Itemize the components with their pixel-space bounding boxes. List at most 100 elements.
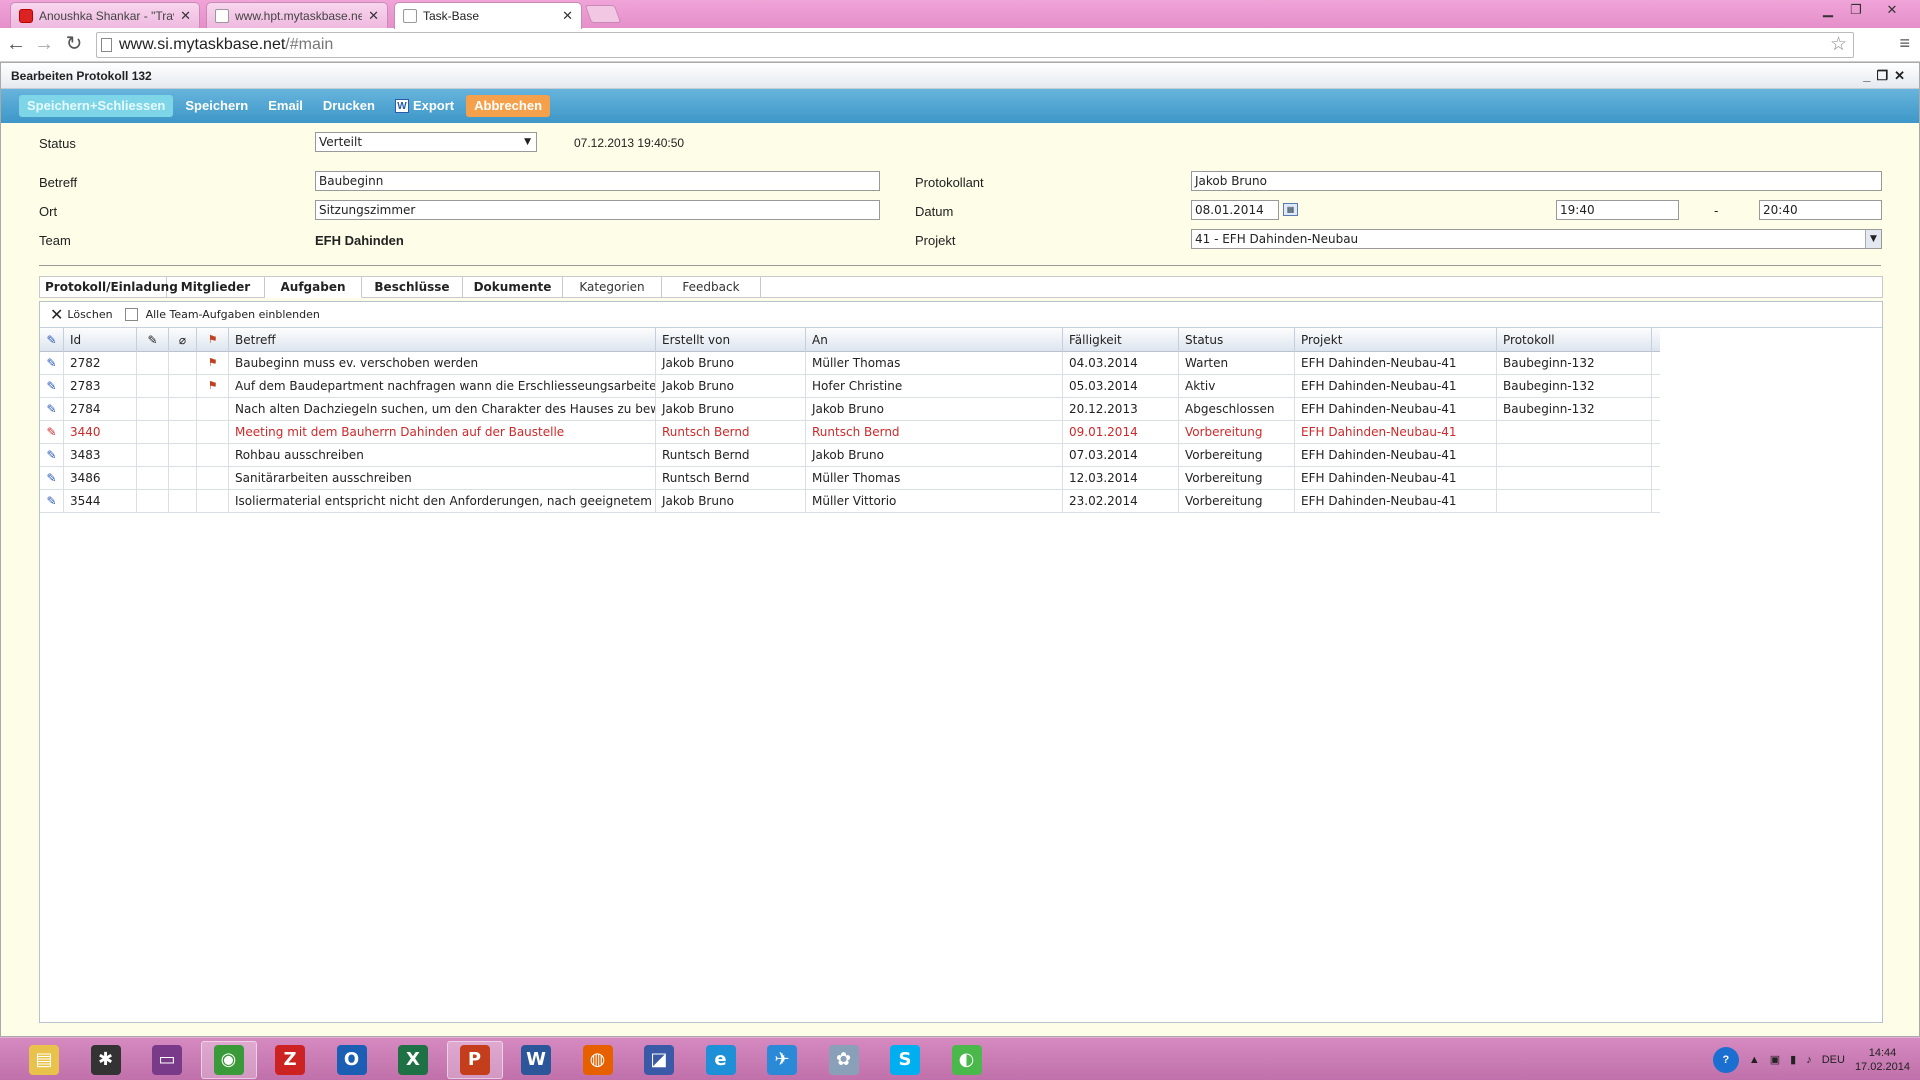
browser-menu-icon[interactable]: ≡ [1899, 33, 1910, 54]
cell-status: Aktiv [1179, 375, 1295, 397]
column-header-betreff[interactable]: Betreff [229, 328, 656, 352]
grid-body: ✎ 2782 ⚑ Baubeginn muss ev. verschoben werd… [40, 352, 1882, 513]
panel-minimize-icon[interactable]: _ [1863, 68, 1876, 83]
taskbar-app[interactable]: Z [262, 1041, 318, 1079]
taskbar-app[interactable]: ◉ [200, 1041, 257, 1079]
browser-tab-3[interactable]: Task-Base ✕ [394, 2, 582, 29]
taskbar-app[interactable]: O [324, 1041, 380, 1079]
time-to-input[interactable]: 20:40 [1759, 200, 1882, 220]
close-tab-icon[interactable]: ✕ [562, 8, 573, 24]
taskbar-app[interactable]: X [385, 1041, 441, 1079]
cell-an: Jakob Bruno [806, 398, 1063, 420]
calendar-icon[interactable]: ▦ [1283, 203, 1298, 216]
close-tab-icon[interactable]: ✕ [368, 8, 379, 24]
close-tab-icon[interactable]: ✕ [180, 8, 191, 24]
help-notification-icon[interactable]: ? [1712, 1046, 1739, 1073]
cell-protokoll [1497, 421, 1652, 443]
taskbar-app[interactable]: ▤ [16, 1041, 72, 1079]
tasks-grid: ✕ Löschen Alle Team-Aufgaben einblenden … [39, 301, 1883, 1023]
table-row[interactable]: ✎ 2783 ⚑ Auf dem Baudepartment nachfragen w… [40, 375, 1660, 398]
column-header-erstellt-von[interactable]: Erstellt von [656, 328, 806, 352]
panel-close-icon[interactable]: ✕ [1894, 68, 1911, 83]
time-from-input[interactable]: 19:40 [1556, 200, 1679, 220]
taskbar-app[interactable]: P [446, 1041, 503, 1079]
tab-mitglieder[interactable]: Mitglieder [167, 277, 265, 298]
edit-pencil-icon[interactable]: ✎ [40, 375, 64, 397]
network-signal-icon[interactable]: ▮ [1790, 1053, 1796, 1066]
show-all-checkbox[interactable] [124, 308, 138, 321]
clock[interactable]: 14:44 17.02.2014 [1855, 1046, 1910, 1074]
tab-protokoll-einladung[interactable]: Protokoll/Einladung [45, 277, 178, 298]
minimize-window-icon[interactable]: ▁ [1816, 2, 1840, 18]
edit-pencil-icon[interactable]: ✎ [40, 398, 64, 420]
taskbar-app[interactable]: ✈ [754, 1041, 810, 1079]
table-row[interactable]: ✎ 2784 Nach alten Dachziegeln suchen, um d… [40, 398, 1660, 421]
tab-dokumente[interactable]: Dokumente [463, 277, 563, 298]
taskbar-app[interactable]: S [877, 1041, 933, 1079]
column-header-faelligkeit[interactable]: Fälligkeit [1063, 328, 1179, 352]
app-green-icon: ◐ [951, 1045, 982, 1075]
edit-pencil-icon[interactable]: ✎ [40, 467, 64, 489]
status-select[interactable]: Verteilt ▼ [315, 132, 537, 152]
table-row[interactable]: ✎ 3483 Rohbau ausschreiben Runtsch Bernd Jak… [40, 444, 1660, 467]
column-header-projekt[interactable]: Projekt [1295, 328, 1497, 352]
back-arrow-icon[interactable]: ← [4, 33, 28, 55]
cell-id: 3544 [64, 490, 137, 512]
restore-window-icon[interactable]: ❐ [1844, 2, 1868, 18]
delete-button[interactable]: Löschen [67, 308, 112, 321]
edit-pencil-icon[interactable]: ✎ [40, 352, 64, 374]
save-close-button[interactable]: Speichern+Schliessen [19, 95, 174, 117]
column-header-id[interactable]: Id [64, 328, 137, 352]
table-row[interactable]: ✎ 2782 ⚑ Baubeginn muss ev. verschoben werd… [40, 352, 1660, 375]
delete-icon[interactable]: ✕ [50, 305, 63, 324]
ort-input[interactable]: Sitzungszimmer [315, 200, 880, 220]
projekt-select[interactable]: 41 - EFH Dahinden-Neubau ▼ [1191, 229, 1882, 249]
projekt-label: Projekt [915, 233, 956, 248]
save-button[interactable]: Speichern [177, 95, 256, 117]
taskbar-app[interactable]: ✿ [816, 1041, 872, 1079]
taskbar-app[interactable]: ▭ [139, 1041, 195, 1079]
taskbar-app[interactable]: W [508, 1041, 564, 1079]
email-button[interactable]: Email [260, 95, 311, 117]
export-button[interactable]: W Export [387, 95, 462, 117]
browser-tab-2[interactable]: www.hpt.mytaskbase.net/ ✕ [206, 2, 388, 28]
language-indicator[interactable]: DEU [1822, 1054, 1845, 1066]
edit-pencil-icon[interactable]: ✎ [40, 444, 64, 466]
tray-expand-icon[interactable]: ▲ [1749, 1054, 1760, 1066]
table-row[interactable]: ✎ 3440 Meeting mit dem Bauherrn Dahinden a… [40, 421, 1660, 444]
taskbar-app[interactable]: ◐ [939, 1041, 995, 1079]
volume-icon[interactable]: ♪ [1806, 1054, 1812, 1066]
internet-explorer-icon: e [705, 1045, 736, 1075]
browser-tab-1[interactable]: Anoushka Shankar - "Trav ✕ [10, 2, 200, 28]
column-header-an[interactable]: An [806, 328, 1063, 352]
betreff-input[interactable]: Baubeginn [315, 171, 880, 191]
forward-arrow-icon[interactable]: → [32, 33, 56, 55]
url-field[interactable]: www.si.mytaskbase.net/#main ☆ [96, 32, 1854, 58]
tab-beschluesse[interactable]: Beschlüsse [362, 277, 463, 298]
edit-pencil-icon[interactable]: ✎ [40, 490, 64, 512]
tray-app-icon[interactable]: ▣ [1770, 1053, 1780, 1066]
cancel-button[interactable]: Abbrechen [466, 95, 551, 117]
column-header-status[interactable]: Status [1179, 328, 1295, 352]
taskbar-app[interactable]: ◪ [631, 1041, 687, 1079]
column-header-protokoll[interactable]: Protokoll [1497, 328, 1652, 352]
taskbar-app[interactable]: ✱ [78, 1041, 134, 1079]
new-tab-button[interactable] [584, 5, 622, 23]
table-row[interactable]: ✎ 3544 Isoliermaterial entspricht nicht de… [40, 490, 1660, 513]
tab-feedback[interactable]: Feedback [662, 277, 761, 298]
address-bar: ← → ↻ www.si.mytaskbase.net/#main ☆ ≡ [0, 28, 1920, 62]
bookmark-star-icon[interactable]: ☆ [1830, 33, 1847, 57]
panel-restore-icon[interactable]: ❐ [1876, 68, 1894, 83]
taskbar-app[interactable]: e [693, 1041, 749, 1079]
tab-kategorien[interactable]: Kategorien [563, 277, 662, 298]
taskbar-app[interactable]: ◍ [570, 1041, 626, 1079]
table-row[interactable]: ✎ 3486 Sanitärarbeiten ausschreiben Runtsch… [40, 467, 1660, 490]
protokollant-input[interactable]: Jakob Bruno [1191, 171, 1882, 191]
print-button[interactable]: Drucken [315, 95, 383, 117]
tab-aufgaben[interactable]: Aufgaben [265, 277, 362, 298]
reload-icon[interactable]: ↻ [62, 33, 86, 55]
datum-input[interactable]: 08.01.2014 [1191, 200, 1279, 220]
paint-app-icon: ✱ [90, 1045, 121, 1075]
close-window-icon[interactable]: ✕ [1880, 2, 1904, 18]
edit-pencil-icon[interactable]: ✎ [40, 421, 64, 443]
